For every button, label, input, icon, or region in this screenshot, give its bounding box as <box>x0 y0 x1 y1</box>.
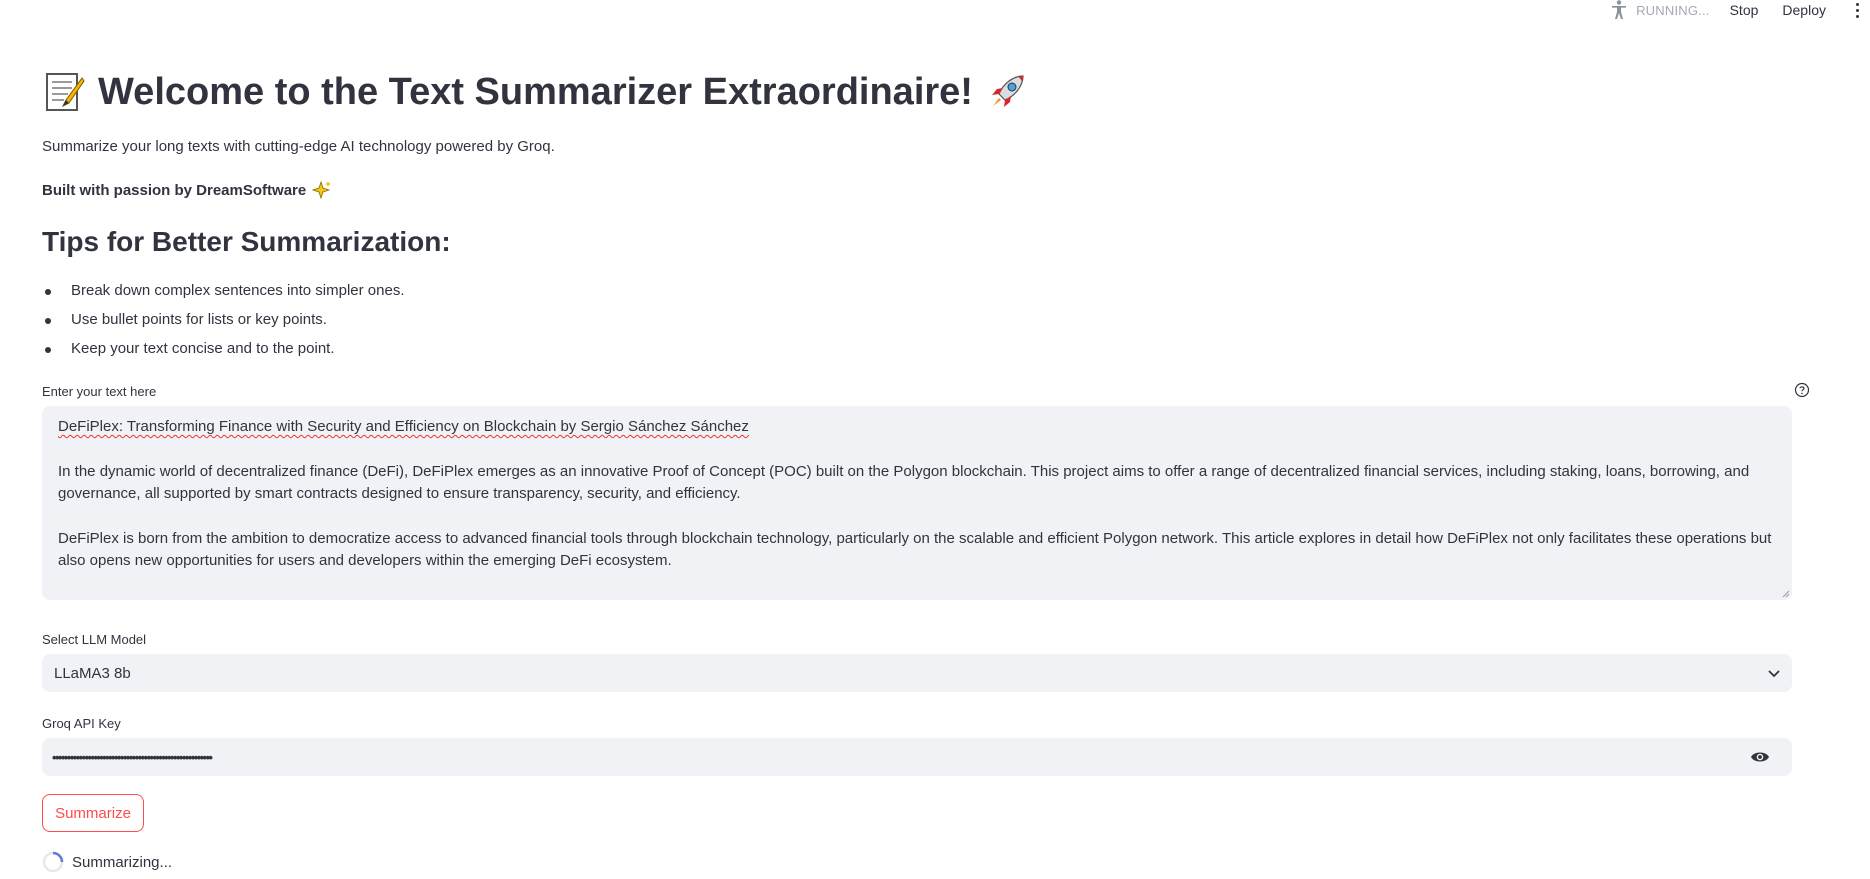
list-item: Keep your text concise and to the point. <box>42 340 405 369</box>
sparkles-icon <box>312 180 332 200</box>
spinner-icon <box>42 851 64 873</box>
text-input-label: Enter your text here <box>42 384 157 399</box>
text-paragraph: DeFiPlex is born from the ambition to de… <box>58 530 1772 569</box>
text-paragraph: In the dynamic world of decentralized fi… <box>58 463 1750 502</box>
api-key-value: ••••••••••••••••••••••••••••••••••••••••… <box>52 749 213 765</box>
model-select-label: Select LLM Model <box>42 632 147 647</box>
running-person-icon <box>1612 0 1627 19</box>
list-item: Break down complex sentences into simple… <box>42 282 405 311</box>
summarize-button[interactable]: Summarize <box>42 794 144 832</box>
api-key-label: Groq API Key <box>42 716 121 731</box>
text-input-area[interactable]: DeFiPlex: Transforming Finance with Secu… <box>42 406 1792 600</box>
tips-list: Break down complex sentences into simple… <box>42 282 405 369</box>
page-title: Welcome to the Text Summarizer Extraordi… <box>98 70 973 113</box>
model-select-value: LLaMA3 8b <box>54 664 131 682</box>
built-by-row: Built with passion by DreamSoftware <box>42 180 332 200</box>
rocket-icon <box>991 75 1024 107</box>
help-icon[interactable] <box>1794 382 1810 398</box>
eye-icon[interactable] <box>1750 749 1770 765</box>
api-key-input[interactable]: ••••••••••••••••••••••••••••••••••••••••… <box>42 738 1792 776</box>
stop-button[interactable]: Stop <box>1730 2 1759 18</box>
summarizing-status: Summarizing... <box>42 851 172 873</box>
summarizing-text: Summarizing... <box>72 853 173 871</box>
text-paragraph: DeFiPlex: Transforming Finance with Secu… <box>58 418 749 435</box>
memo-icon <box>46 73 85 111</box>
deploy-button[interactable]: Deploy <box>1782 2 1826 18</box>
built-by-text: Built with passion by DreamSoftware <box>42 181 307 199</box>
running-status: RUNNING... <box>1636 2 1710 18</box>
chevron-down-icon <box>1768 670 1780 678</box>
app-toolbar: RUNNING... Stop Deploy <box>1610 0 1870 20</box>
main-menu-icon[interactable] <box>1850 2 1864 18</box>
tips-heading: Tips for Better Summarization: <box>42 226 451 257</box>
page-title-row: Welcome to the Text Summarizer Extraordi… <box>42 70 1029 114</box>
page-subtitle: Summarize your long texts with cutting-e… <box>42 138 555 155</box>
model-select[interactable]: LLaMA3 8b <box>42 654 1792 692</box>
resize-handle-icon[interactable] <box>1782 590 1790 598</box>
list-item: Use bullet points for lists or key point… <box>42 311 405 340</box>
